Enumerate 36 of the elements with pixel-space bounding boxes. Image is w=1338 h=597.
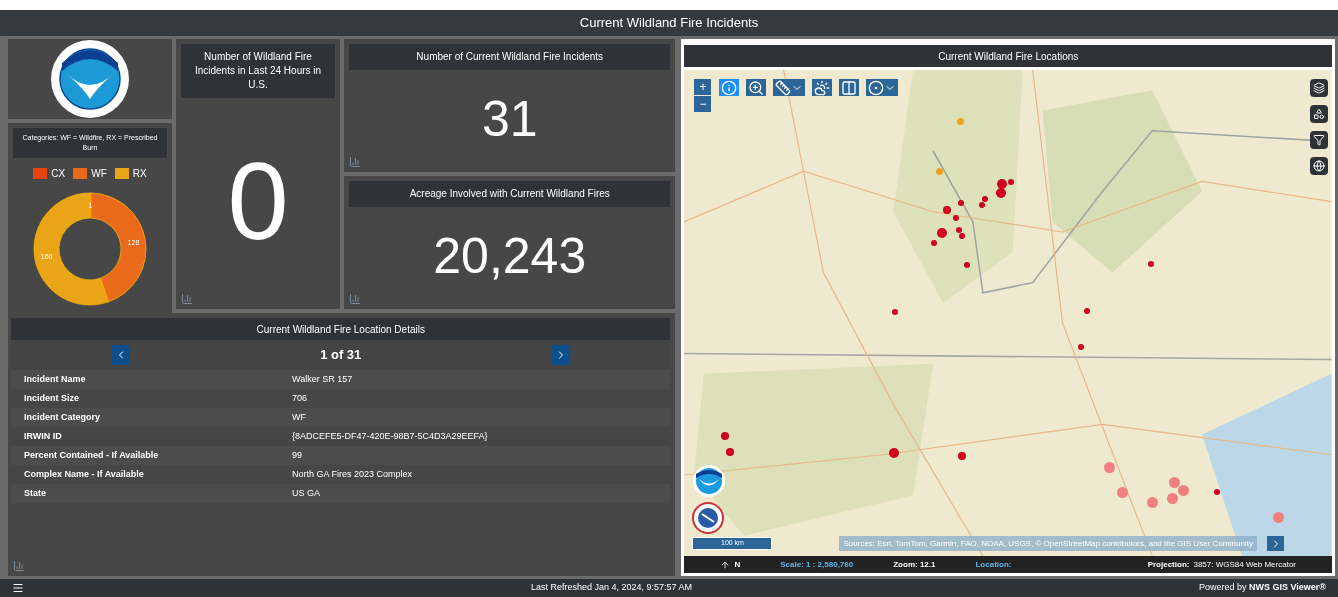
field-label: Incident Size: [23, 391, 80, 405]
north-label: N: [734, 558, 741, 571]
projection-value: 3857: WGS84 Web Mercator: [1193, 558, 1296, 571]
refresh-text: Last Refreshed Jan 4, 2024, 9:57:57 AM: [529, 581, 694, 595]
field-value: Walker SR 157: [292, 372, 353, 386]
card-title: Number of Wildland Fire Incidents in Last 24 Hours in U.S.: [181, 44, 335, 98]
indicator-value: 0: [227, 146, 289, 256]
location-label: Location:: [975, 558, 1012, 571]
pager-text: 1 of 31: [319, 346, 363, 365]
powered-by-text: Powered by NWS GIS Viewer®: [1198, 581, 1326, 595]
field-label: Complex Name - If Available: [23, 467, 145, 481]
legend-label: CX: [51, 167, 66, 181]
page-header: Current Wildland Fire Incidents: [0, 10, 1338, 36]
indicator-value: 20,243: [433, 230, 587, 281]
field-value: WF: [292, 410, 306, 424]
field-label: Incident Category: [23, 410, 101, 424]
field-label: State: [23, 486, 47, 500]
field-label: Percent Contained - If Available: [23, 448, 160, 462]
indicator-value: 31: [481, 93, 538, 144]
projection-label: Projection:: [1147, 558, 1190, 571]
field-label: Incident Name: [23, 372, 87, 386]
field-value: US GA: [292, 486, 320, 500]
field-value: North GA Fires 2023 Complex: [292, 467, 413, 481]
field-label: IRWIN ID: [23, 429, 63, 443]
attribution-text: Sources: Esri, TomTom, Garmin, FAO, NOAA, USGS, © OpenStreetMap contributors, and the GIS User Community: [839, 536, 1257, 551]
scale-text: Scale: 1 : 2,580,760: [780, 558, 854, 571]
legend-label: WF: [91, 167, 107, 181]
zoom-text: Zoom: 12.1: [893, 558, 936, 571]
card-title: Acreage Involved with Current Wildland Fires: [349, 181, 671, 207]
card-title: Number of Current Wildland Fire Incidents: [349, 44, 671, 70]
legend-label: RX: [132, 167, 147, 181]
panel-title: Current Wildland Fire Location Details: [11, 318, 671, 340]
field-value: 99: [292, 448, 302, 462]
field-value: {8ADCEFE5-DF47-420E-98B7-5C4D3A29EEFA}: [292, 429, 488, 443]
panel-title: Current Wildland Fire Locations: [684, 45, 1332, 67]
field-value: 706: [292, 391, 308, 405]
